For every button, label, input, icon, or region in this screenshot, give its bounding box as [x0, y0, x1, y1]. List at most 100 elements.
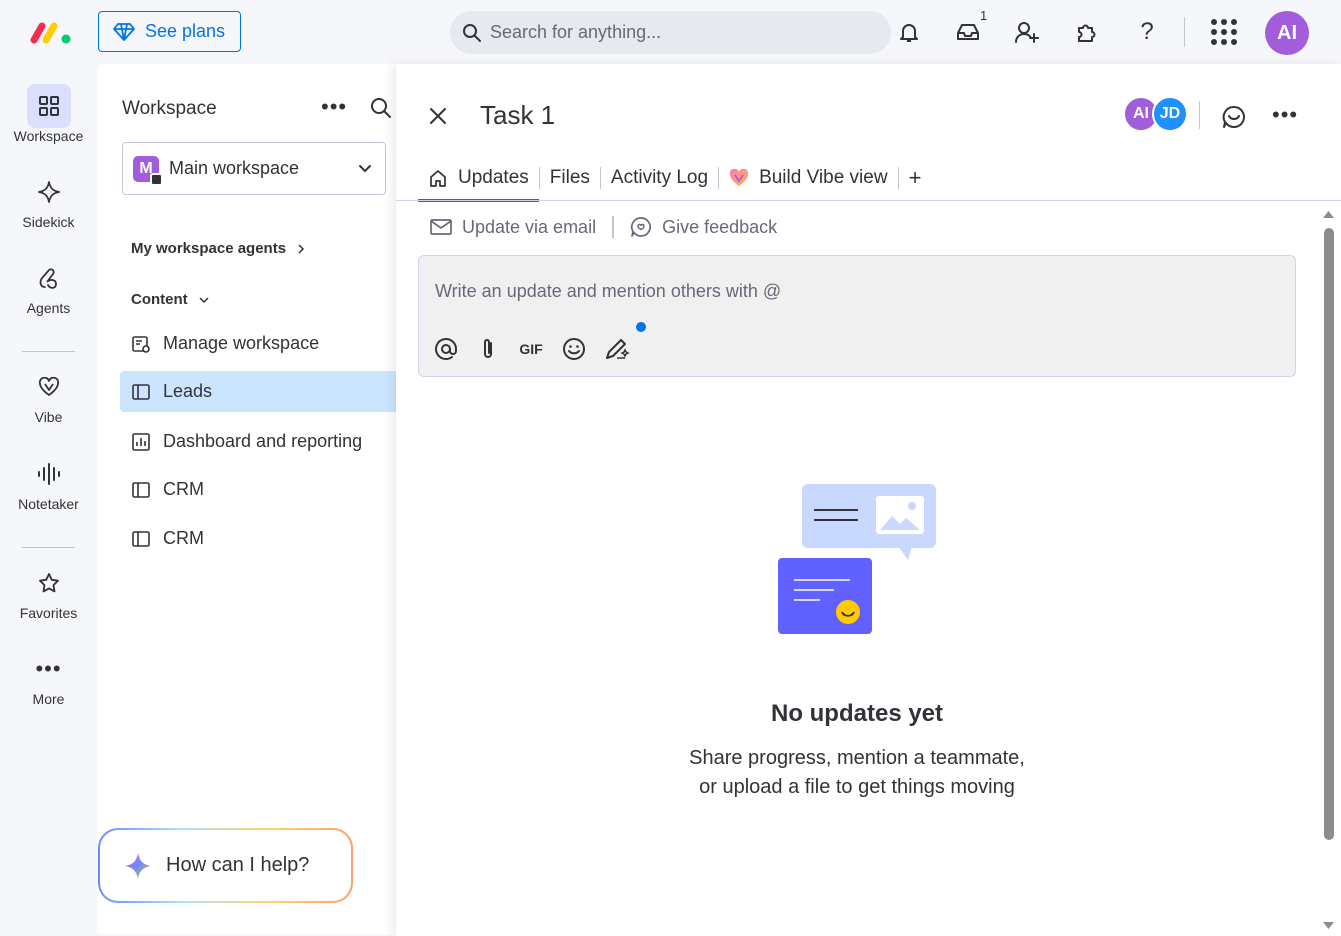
- avatar[interactable]: JD: [1152, 96, 1188, 132]
- editor-toolbar: GIF: [433, 336, 631, 362]
- attachment-icon[interactable]: [475, 336, 501, 362]
- puzzle-icon: [1078, 24, 1096, 42]
- empty-updates-illustration: [778, 484, 936, 634]
- tab-activity-log[interactable]: Activity Log: [601, 154, 718, 201]
- search-placeholder: Search for anything...: [490, 22, 662, 42]
- scroll-up-icon[interactable]: [1322, 208, 1335, 220]
- feedback-icon: [631, 217, 652, 237]
- scroll-down-icon[interactable]: [1322, 920, 1335, 932]
- invite-button[interactable]: [1011, 16, 1043, 48]
- agents-icon: [39, 268, 57, 289]
- nav-item-label: Leads: [163, 381, 213, 401]
- tab-build-vibe-view[interactable]: Build Vibe view: [719, 154, 898, 201]
- search-icon: [463, 23, 481, 42]
- rail-label: Agents: [26, 300, 71, 316]
- empty-state-line: or upload a file to get things moving: [699, 776, 1015, 798]
- content-section[interactable]: Content: [131, 291, 210, 308]
- nav-item-crm[interactable]: CRM: [120, 518, 397, 559]
- give-feedback-link[interactable]: Give feedback: [662, 217, 777, 238]
- empty-state-title: No updates yet: [770, 700, 944, 727]
- update-actions: Update via email Give feedback: [430, 216, 777, 238]
- dashboard-icon: [132, 432, 150, 451]
- integrations-button[interactable]: [1071, 16, 1103, 48]
- tab-updates[interactable]: Updates: [418, 154, 539, 202]
- tabs-divider: [396, 200, 1341, 201]
- help-button[interactable]: ?: [1131, 16, 1163, 48]
- workspace-selector[interactable]: M Main workspace: [122, 142, 386, 195]
- add-tab-button[interactable]: +: [899, 154, 932, 201]
- apps-button[interactable]: [1208, 16, 1240, 48]
- nav-item-leads[interactable]: Leads: [120, 371, 397, 412]
- rail-item-agents[interactable]: Agents: [0, 256, 97, 316]
- mention-icon[interactable]: [433, 336, 459, 362]
- emoji-icon[interactable]: [561, 336, 587, 362]
- workspace-selected-label: Main workspace: [169, 158, 300, 178]
- workspace-title: Workspace: [122, 98, 217, 119]
- rail-label: More: [32, 691, 65, 707]
- update-via-email-link[interactable]: Update via email: [462, 217, 596, 238]
- board-icon: [132, 481, 150, 498]
- empty-state-subtitle: Share progress, mention a teammate, or u…: [396, 744, 1318, 802]
- chevron-right-icon: [298, 243, 305, 254]
- workspace-options-icon[interactable]: •••: [321, 94, 347, 120]
- rail-item-vibe[interactable]: Vibe: [0, 365, 97, 425]
- assistant-label: How can I help?: [166, 854, 310, 876]
- user-avatar[interactable]: AI: [1265, 11, 1309, 55]
- see-plans-button[interactable]: See plans: [98, 11, 241, 52]
- rail-item-sidekick[interactable]: Sidekick: [0, 170, 97, 230]
- add-user-icon: [1015, 22, 1039, 43]
- nav-item-dashboard[interactable]: Dashboard and reporting: [120, 421, 397, 462]
- rail-item-notetaker[interactable]: Notetaker: [0, 452, 97, 512]
- star-icon: [38, 573, 59, 593]
- panel-tabs: Updates Files Activity Log Build Vibe vi…: [418, 154, 932, 202]
- search-input[interactable]: Search for anything...: [450, 11, 891, 54]
- plus-icon: +: [908, 164, 922, 190]
- rail-label: Workspace: [13, 128, 84, 144]
- tab-files[interactable]: Files: [540, 154, 600, 201]
- top-bar: See plans Search for anything... 1 ? AI: [0, 0, 1341, 64]
- monday-logo-icon[interactable]: [30, 18, 74, 46]
- heart-icon: [38, 377, 59, 396]
- inbox-icon: [957, 24, 979, 40]
- vibe-heart-icon: [729, 168, 749, 186]
- rail-item-workspace[interactable]: Workspace: [0, 84, 97, 144]
- notifications-button[interactable]: [893, 16, 925, 48]
- nav-item-label: Dashboard and reporting: [163, 431, 363, 451]
- workspace-search-icon[interactable]: [369, 96, 393, 120]
- item-title[interactable]: Task 1: [480, 100, 555, 131]
- grid-squares-icon: [38, 96, 59, 116]
- nav-item-label: CRM: [163, 479, 204, 499]
- notification-dot: [636, 322, 646, 332]
- rail-label: Sidekick: [22, 214, 75, 230]
- grid-icon: [1211, 19, 1237, 45]
- panel-divider: [1199, 101, 1200, 129]
- nav-item-label: Manage workspace: [163, 333, 320, 353]
- board-icon: [132, 530, 150, 547]
- tab-label: Updates: [458, 166, 529, 188]
- sparkle-icon: [37, 181, 60, 203]
- actions-divider: [612, 216, 615, 238]
- rail-label: Vibe: [34, 409, 63, 425]
- workspace-sidebar: Workspace ••• M Main workspace My worksp…: [97, 64, 397, 934]
- board-icon: [132, 383, 150, 400]
- assistant-button[interactable]: How can I help?: [98, 828, 353, 903]
- item-panel: Task 1 AI JD ••• Updates Files Activity …: [396, 64, 1341, 936]
- home-icon: [150, 172, 163, 186]
- home-icon: [430, 169, 446, 187]
- agents-section[interactable]: My workspace agents: [131, 240, 306, 257]
- ai-write-icon[interactable]: [603, 336, 631, 362]
- settings-board-icon: [132, 335, 150, 353]
- agents-section-label: My workspace agents: [131, 240, 287, 257]
- mail-icon: [430, 219, 452, 235]
- rail-item-favorites[interactable]: Favorites: [0, 561, 97, 621]
- rail-item-more[interactable]: ••• More: [0, 647, 97, 707]
- close-icon[interactable]: [428, 106, 448, 126]
- nav-item-manage-workspace[interactable]: Manage workspace: [120, 323, 397, 364]
- gif-button[interactable]: GIF: [517, 341, 545, 357]
- scrollbar-thumb[interactable]: [1324, 228, 1334, 840]
- update-editor[interactable]: Write an update and mention others with …: [418, 255, 1296, 377]
- nav-item-crm[interactable]: CRM: [120, 469, 397, 510]
- chat-icon[interactable]: [1221, 104, 1247, 130]
- more-options-icon[interactable]: •••: [1272, 102, 1298, 128]
- scrollbar[interactable]: [1322, 208, 1335, 936]
